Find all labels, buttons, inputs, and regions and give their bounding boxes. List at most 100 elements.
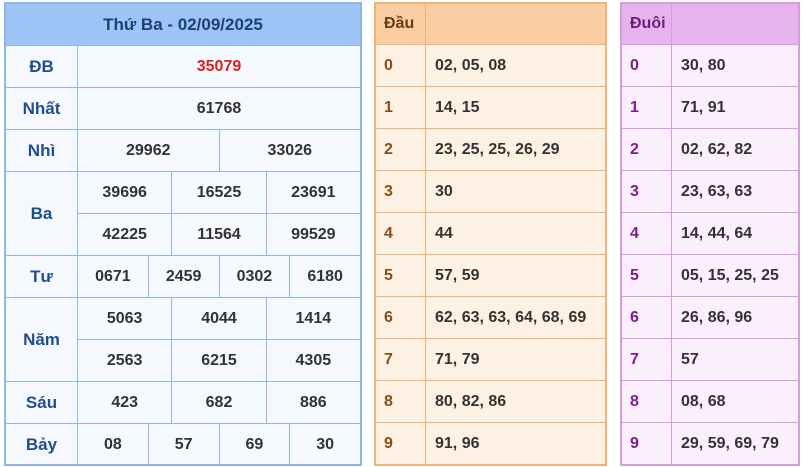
dau-digit: 5 bbox=[376, 255, 426, 296]
prize-number: 11564 bbox=[172, 214, 267, 255]
prize-number: 423 bbox=[78, 382, 173, 423]
duoi-row: 4 14, 44, 64 bbox=[622, 213, 798, 255]
duoi-digit: 4 bbox=[622, 213, 672, 254]
prize-number: 4044 bbox=[172, 298, 267, 339]
duoi-digit: 0 bbox=[622, 45, 672, 86]
dau-row: 6 62, 63, 63, 64, 68, 69 bbox=[376, 297, 605, 339]
duoi-numbers: 14, 44, 64 bbox=[681, 224, 753, 242]
prize-row: Nhất 61768 bbox=[6, 88, 360, 130]
duoi-numbers: 57 bbox=[681, 350, 699, 368]
results-table: Thứ Ba - 02/09/2025 ĐB 35079 Nhất 61768 Nhì 2… bbox=[4, 2, 362, 466]
duoi-row: 7 57 bbox=[622, 339, 798, 381]
duoi-table: Đuôi 0 30, 80 1 71, 91 2 02, 62, 82 3 23, 63, 6… bbox=[620, 2, 800, 466]
dau-table: Đầu 0 02, 05, 08 1 14, 15 2 23, 25, 25, 26, 2… bbox=[374, 2, 607, 466]
duoi-digit: 5 bbox=[622, 255, 672, 296]
prize-label: Bảy bbox=[6, 424, 78, 466]
duoi-digit: 3 bbox=[622, 171, 672, 212]
prize-number: 57 bbox=[149, 424, 220, 466]
prize-number: 1414 bbox=[295, 309, 332, 327]
prize-number: 6215 bbox=[172, 340, 267, 381]
dau-row: 5 57, 59 bbox=[376, 255, 605, 297]
dau-digit: 8 bbox=[376, 381, 426, 422]
prize-number: 6180 bbox=[307, 267, 343, 285]
prize-label: Nhất bbox=[6, 88, 78, 129]
duoi-row: 8 08, 68 bbox=[622, 381, 798, 423]
dau-numbers: 71, 79 bbox=[435, 350, 480, 368]
duoi-digit: 9 bbox=[622, 423, 672, 465]
prize-number: 39696 bbox=[78, 172, 173, 213]
duoi-header: Đuôi bbox=[622, 4, 798, 45]
prize-label: Năm bbox=[6, 298, 78, 381]
duoi-numbers: 23, 63, 63 bbox=[681, 182, 753, 200]
prize-label: Nhì bbox=[6, 130, 78, 171]
prize-number: 69 bbox=[220, 424, 291, 466]
prize-row: Bảy 08 57 69 30 bbox=[6, 424, 360, 466]
dau-numbers: 30 bbox=[435, 182, 453, 200]
prize-number: 0302 bbox=[220, 256, 291, 297]
duoi-row: 5 05, 15, 25, 25 bbox=[622, 255, 798, 297]
prize-number: 99529 bbox=[291, 225, 336, 243]
duoi-rows: 0 30, 80 1 71, 91 2 02, 62, 82 3 23, 63, 63 4 14,… bbox=[622, 45, 798, 465]
dau-row: 1 14, 15 bbox=[376, 87, 605, 129]
duoi-row: 2 02, 62, 82 bbox=[622, 129, 798, 171]
dau-row: 7 71, 79 bbox=[376, 339, 605, 381]
duoi-row: 6 26, 86, 96 bbox=[622, 297, 798, 339]
duoi-numbers: 30, 80 bbox=[681, 56, 726, 74]
dau-digit: 4 bbox=[376, 213, 426, 254]
prize-number: 61768 bbox=[196, 99, 242, 117]
dau-numbers: 57, 59 bbox=[435, 266, 480, 284]
dau-digit: 6 bbox=[376, 297, 426, 338]
special-prize-number: 35079 bbox=[196, 57, 242, 75]
prize-number: 682 bbox=[172, 382, 267, 423]
dau-header-label: Đầu bbox=[376, 4, 426, 44]
dau-rows: 0 02, 05, 08 1 14, 15 2 23, 25, 25, 26, 29 3 30… bbox=[376, 45, 605, 465]
prize-number: 5063 bbox=[78, 298, 173, 339]
prize-label: Sáu bbox=[6, 382, 78, 423]
duoi-digit: 7 bbox=[622, 339, 672, 380]
duoi-digit: 6 bbox=[622, 297, 672, 338]
duoi-numbers: 05, 15, 25, 25 bbox=[681, 266, 779, 284]
dau-numbers: 44 bbox=[435, 224, 453, 242]
dau-digit: 3 bbox=[376, 171, 426, 212]
dau-numbers: 91, 96 bbox=[435, 435, 480, 452]
prize-row: Tư 0671 2459 0302 6180 bbox=[6, 256, 360, 298]
dau-row: 4 44 bbox=[376, 213, 605, 255]
draw-date-title: Thứ Ba - 02/09/2025 bbox=[6, 4, 360, 46]
dau-digit: 2 bbox=[376, 129, 426, 170]
prize-row: Ba 39696 16525 23691 42225 11564 99529 bbox=[6, 172, 360, 256]
duoi-numbers: 71, 91 bbox=[681, 98, 726, 116]
duoi-numbers: 08, 68 bbox=[681, 392, 726, 410]
dau-numbers: 62, 63, 63, 64, 68, 69 bbox=[435, 308, 587, 326]
dau-numbers: 02, 05, 08 bbox=[435, 56, 507, 74]
prize-number: 30 bbox=[316, 436, 335, 453]
prize-label: ĐB bbox=[6, 46, 78, 87]
prize-number: 2563 bbox=[78, 340, 173, 381]
dau-row: 9 91, 96 bbox=[376, 423, 605, 465]
prize-number: 4305 bbox=[295, 351, 332, 369]
dau-numbers: 80, 82, 86 bbox=[435, 392, 507, 410]
prize-row: Sáu 423 682 886 bbox=[6, 382, 360, 424]
dau-numbers: 23, 25, 25, 26, 29 bbox=[435, 140, 560, 158]
dau-header: Đầu bbox=[376, 4, 605, 45]
prize-label: Tư bbox=[6, 256, 78, 297]
duoi-row: 1 71, 91 bbox=[622, 87, 798, 129]
duoi-numbers: 02, 62, 82 bbox=[681, 140, 753, 158]
prize-number: 23691 bbox=[291, 183, 336, 201]
prize-number: 33026 bbox=[267, 141, 313, 159]
prize-number: 42225 bbox=[78, 214, 173, 255]
prize-number: 16525 bbox=[172, 172, 267, 213]
prize-number: 886 bbox=[299, 393, 327, 411]
prize-row: Năm 5063 4044 1414 2563 6215 4305 bbox=[6, 298, 360, 382]
prize-row: Nhì 29962 33026 bbox=[6, 130, 360, 172]
prize-number: 29962 bbox=[78, 130, 220, 171]
prize-number: 2459 bbox=[149, 256, 220, 297]
duoi-header-label: Đuôi bbox=[622, 4, 672, 44]
prize-rows: ĐB 35079 Nhất 61768 Nhì 29962 33026 Ba 39696 1652… bbox=[6, 46, 360, 466]
dau-row: 3 30 bbox=[376, 171, 605, 213]
dau-row: 2 23, 25, 25, 26, 29 bbox=[376, 129, 605, 171]
duoi-row: 0 30, 80 bbox=[622, 45, 798, 87]
duoi-numbers: 29, 59, 69, 79 bbox=[681, 435, 779, 452]
duoi-row: 3 23, 63, 63 bbox=[622, 171, 798, 213]
duoi-numbers: 26, 86, 96 bbox=[681, 308, 753, 326]
dau-digit: 7 bbox=[376, 339, 426, 380]
